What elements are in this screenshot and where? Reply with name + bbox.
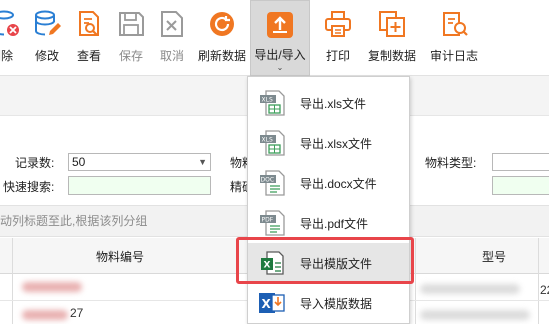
menu-item-label: 导出.pdf文件 — [300, 217, 369, 231]
view-label: 查看 — [76, 49, 101, 63]
document-search-icon — [74, 9, 104, 39]
material-type-label: 物料类型: — [425, 156, 477, 170]
export-import-label: 导出/导入 — [254, 48, 306, 62]
table-cell: 22 — [540, 283, 549, 297]
chevron-down-icon: ⌄ — [276, 63, 284, 72]
menu-item-label: 导出.xls文件 — [300, 97, 367, 111]
xls-file-icon: XLS — [258, 89, 286, 117]
precise-input[interactable] — [492, 176, 549, 195]
cancel-document-icon — [157, 9, 187, 39]
column-header-model[interactable]: 型号 — [482, 248, 506, 265]
column-header-material-no[interactable]: 物料编号 — [96, 248, 144, 265]
menu-item-export-xlsx[interactable]: XLS 导出.xlsx文件 — [248, 123, 409, 163]
table-cell: 27 — [70, 306, 84, 320]
xlsx-file-icon: XLS — [258, 129, 286, 157]
copy-data-button[interactable]: 复制数据 — [366, 0, 418, 76]
redacted-cell — [420, 310, 530, 320]
material-type-select[interactable] — [492, 153, 549, 171]
menu-item-import-template[interactable]: X 导入模版数据 — [248, 283, 409, 323]
copy-data-label: 复制数据 — [367, 49, 416, 63]
svg-text:DOC: DOC — [261, 177, 275, 184]
record-count-select[interactable]: 50 ▼ — [68, 153, 211, 171]
grid-column-divider — [415, 238, 416, 324]
audit-log-button[interactable]: 审计日志 — [428, 0, 480, 76]
refresh-label: 刷新数据 — [197, 49, 246, 63]
floppy-disk-icon — [116, 9, 146, 39]
svg-text:XLS: XLS — [262, 137, 273, 144]
dropdown-arrow-icon: ▼ — [198, 157, 207, 167]
menu-item-export-docx[interactable]: DOC 导出.docx文件 — [248, 163, 409, 203]
menu-item-label: 导入模版数据 — [300, 297, 373, 311]
svg-text:XLS: XLS — [262, 97, 273, 104]
excel-import-icon: X — [258, 289, 286, 317]
quick-search-label: 快速搜索: — [3, 180, 55, 194]
save-label: 保存 — [118, 49, 143, 63]
audit-log-label: 审计日志 — [429, 49, 478, 63]
cancel-label: 取消 — [159, 49, 184, 63]
print-button[interactable]: 打印 — [319, 0, 357, 76]
redacted-cell — [22, 310, 68, 320]
delete-button[interactable]: 删除 — [0, 0, 26, 76]
grid-column-divider — [12, 238, 13, 324]
svg-text:X: X — [262, 297, 272, 311]
refresh-icon — [207, 9, 237, 39]
refresh-button[interactable]: 刷新数据 — [196, 0, 248, 76]
delete-icon — [0, 9, 21, 39]
group-by-hint-text: 拖动列标题至此,根据该列分组 — [0, 214, 148, 228]
pdf-file-icon: PDF — [258, 209, 286, 237]
print-label: 打印 — [325, 49, 350, 63]
highlight-annotation — [236, 237, 414, 284]
copy-add-icon — [377, 9, 407, 39]
printer-icon — [323, 9, 353, 39]
record-count-value: 50 — [72, 155, 86, 169]
edit-button[interactable]: 修改 — [27, 0, 67, 76]
record-count-label: 记录数: — [15, 156, 55, 170]
redacted-cell — [420, 284, 520, 294]
edit-label: 修改 — [34, 49, 59, 63]
export-import-menu: XLS 导出.xls文件 XLS 导出.xlsx文件 DOC 导出.docx文件… — [247, 76, 410, 324]
database-edit-icon — [32, 9, 62, 39]
docx-file-icon: DOC — [258, 169, 286, 197]
delete-label: 删除 — [0, 49, 13, 63]
menu-item-export-xls[interactable]: XLS 导出.xls文件 — [248, 83, 409, 123]
menu-item-label: 导出.docx文件 — [300, 177, 377, 191]
view-button[interactable]: 查看 — [70, 0, 108, 76]
cancel-button[interactable]: 取消 — [153, 0, 191, 76]
menu-item-label: 导出.xlsx文件 — [300, 137, 373, 151]
export-import-button[interactable]: 导出/导入 ⌄ — [250, 0, 310, 76]
save-button[interactable]: 保存 — [112, 0, 150, 76]
svg-text:PDF: PDF — [262, 217, 274, 224]
export-upload-icon — [265, 10, 295, 40]
quick-search-input[interactable] — [68, 176, 211, 195]
toolbar: 删除 修改 查看 保存 取消 刷新数据 — [0, 0, 549, 76]
redacted-cell — [22, 282, 82, 292]
grid-column-divider — [538, 238, 539, 324]
audit-document-icon — [439, 9, 469, 39]
